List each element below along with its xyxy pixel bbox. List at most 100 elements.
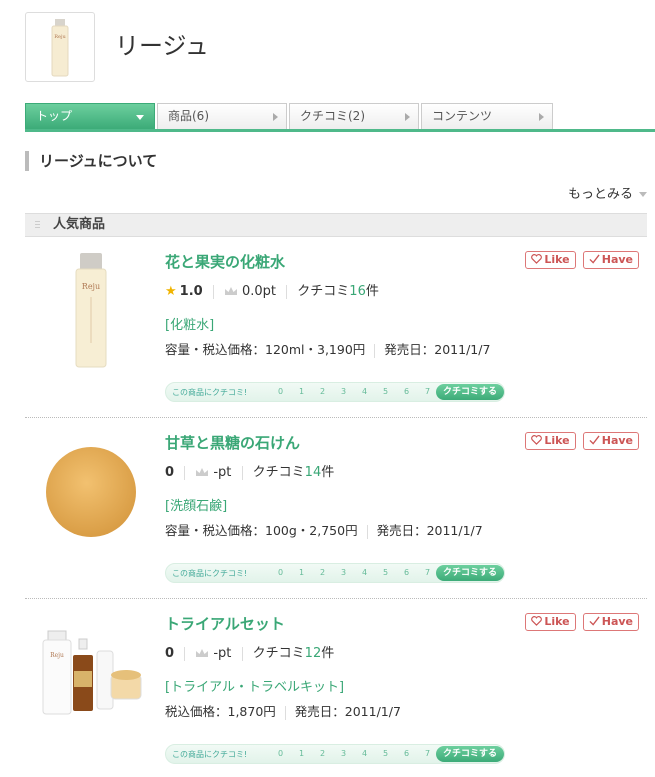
popular-products-header: 人気商品 (25, 213, 647, 237)
crown-icon (196, 468, 209, 476)
scale-2[interactable]: 2 (312, 387, 333, 396)
review-prompt-text: この商品にクチコミ! (172, 388, 248, 397)
divider (366, 524, 368, 539)
review-count[interactable]: 14 (305, 465, 322, 480)
chevron-down-icon (639, 192, 647, 197)
write-review-button[interactable]: クチコミする (436, 746, 504, 762)
review-suffix: 件 (321, 465, 335, 480)
scale-1[interactable]: 1 (291, 387, 312, 396)
have-button[interactable]: Have (582, 251, 639, 269)
scale-5[interactable]: 5 (375, 568, 396, 577)
tab-contents[interactable]: コンテンツ (421, 103, 553, 129)
product-specs: 容量・税込価格：120ml・3,190円 発売日：2011/1/7 (165, 339, 490, 358)
like-button[interactable]: Like (525, 613, 576, 631)
review-scale: 01234567 (270, 749, 438, 758)
scale-3[interactable]: 3 (333, 568, 354, 577)
have-label: Have (601, 434, 633, 447)
tab-reviews[interactable]: クチコミ(2) (289, 103, 419, 129)
brand-bottle-image: Reju (51, 19, 69, 77)
points: -pt (213, 465, 232, 480)
scale-4[interactable]: 4 (354, 568, 375, 577)
crown-icon (224, 287, 237, 295)
brand-thumbnail[interactable]: Reju (25, 12, 95, 82)
product-specs: 税込価格：1,870円 発売日：2011/1/7 (165, 701, 401, 720)
scale-3[interactable]: 3 (333, 387, 354, 396)
product-category[interactable]: [洗顔石鹸] (165, 495, 227, 514)
chevron-right-icon (539, 113, 544, 121)
chevron-down-icon (136, 115, 144, 120)
tab-products[interactable]: 商品(6) (157, 103, 287, 129)
scale-0[interactable]: 0 (270, 749, 291, 758)
review-count[interactable]: 16 (349, 284, 366, 299)
scale-5[interactable]: 5 (375, 749, 396, 758)
scale-7[interactable]: 7 (417, 749, 438, 758)
scale-6[interactable]: 6 (396, 568, 417, 577)
release-date: 発売日：2011/1/7 (384, 342, 491, 357)
like-label: Like (544, 253, 570, 266)
scale-1[interactable]: 1 (291, 568, 312, 577)
product-item: Reju 花と果実の化粧水 Like Have ★ 1.0 0.0pt クチコミ1… (25, 251, 647, 431)
scale-3[interactable]: 3 (333, 749, 354, 758)
divider (374, 343, 376, 358)
like-label: Like (544, 434, 570, 447)
brand-title: リージュ (115, 32, 209, 60)
rating-score: 0 (165, 465, 175, 480)
divider (286, 284, 288, 299)
product-image-trial-set[interactable]: Reju (25, 613, 155, 743)
write-review-button[interactable]: クチコミする (436, 384, 504, 400)
like-button[interactable]: Like (525, 251, 576, 269)
product-item: Reju トライアルセット Like Have 0 -pt クチコミ12件 [ト… (25, 613, 647, 777)
have-label: Have (601, 615, 633, 628)
product-category[interactable]: [化粧水] (165, 314, 214, 333)
spec-price: 容量・税込価格：100g・2,750円 (165, 523, 358, 538)
check-hand-icon (589, 435, 600, 445)
have-label: Have (601, 253, 633, 266)
rating-score: 1.0 (179, 284, 203, 299)
have-button[interactable]: Have (582, 613, 639, 631)
check-hand-icon (589, 616, 600, 626)
review-prompt-text: この商品にクチコミ! (172, 569, 248, 578)
have-button[interactable]: Have (582, 432, 639, 450)
brand-tabs: トップ 商品(6) クチコミ(2) コンテンツ (25, 103, 655, 132)
tab-contents-label: コンテンツ (432, 109, 493, 123)
product-name[interactable]: 花と果実の化粧水 (165, 251, 285, 272)
scale-2[interactable]: 2 (312, 568, 333, 577)
scale-0[interactable]: 0 (270, 387, 291, 396)
review-label: クチコミ (252, 646, 305, 661)
product-meta: 0 -pt クチコミ14件 (165, 464, 334, 482)
scale-4[interactable]: 4 (354, 387, 375, 396)
review-suffix: 件 (365, 284, 379, 299)
scale-2[interactable]: 2 (312, 749, 333, 758)
review-count[interactable]: 12 (305, 646, 322, 661)
scale-0[interactable]: 0 (270, 568, 291, 577)
product-image-lotion[interactable]: Reju (25, 251, 155, 381)
scale-7[interactable]: 7 (417, 387, 438, 396)
tab-top[interactable]: トップ (25, 103, 155, 129)
scale-1[interactable]: 1 (291, 749, 312, 758)
scale-7[interactable]: 7 (417, 568, 438, 577)
product-image-soap[interactable] (25, 432, 155, 562)
product-category[interactable]: [トライアル・トラベルキット] (165, 676, 344, 695)
more-link-label: もっとみる (567, 187, 633, 202)
write-review-button[interactable]: クチコミする (436, 565, 504, 581)
chevron-right-icon (405, 113, 410, 121)
like-button[interactable]: Like (525, 432, 576, 450)
scale-4[interactable]: 4 (354, 749, 375, 758)
review-label: クチコミ (252, 465, 305, 480)
scale-6[interactable]: 6 (396, 387, 417, 396)
review-suffix: 件 (321, 646, 335, 661)
spec-price: 容量・税込価格：120ml・3,190円 (165, 342, 366, 357)
rating-score: 0 (165, 646, 175, 661)
product-name[interactable]: 甘草と黒糖の石けん (165, 432, 300, 453)
check-hand-icon (589, 254, 600, 264)
divider (184, 646, 186, 661)
review-prompt-bar: この商品にクチコミ! 01234567 クチコミする (165, 563, 505, 583)
product-actions: Like Have (522, 432, 639, 450)
scale-6[interactable]: 6 (396, 749, 417, 758)
spec-price: 税込価格：1,870円 (165, 704, 276, 719)
product-actions: Like Have (522, 251, 639, 269)
scale-5[interactable]: 5 (375, 387, 396, 396)
more-link[interactable]: もっとみる (568, 183, 647, 202)
product-name[interactable]: トライアルセット (165, 613, 285, 634)
release-date: 発売日：2011/1/7 (294, 704, 401, 719)
